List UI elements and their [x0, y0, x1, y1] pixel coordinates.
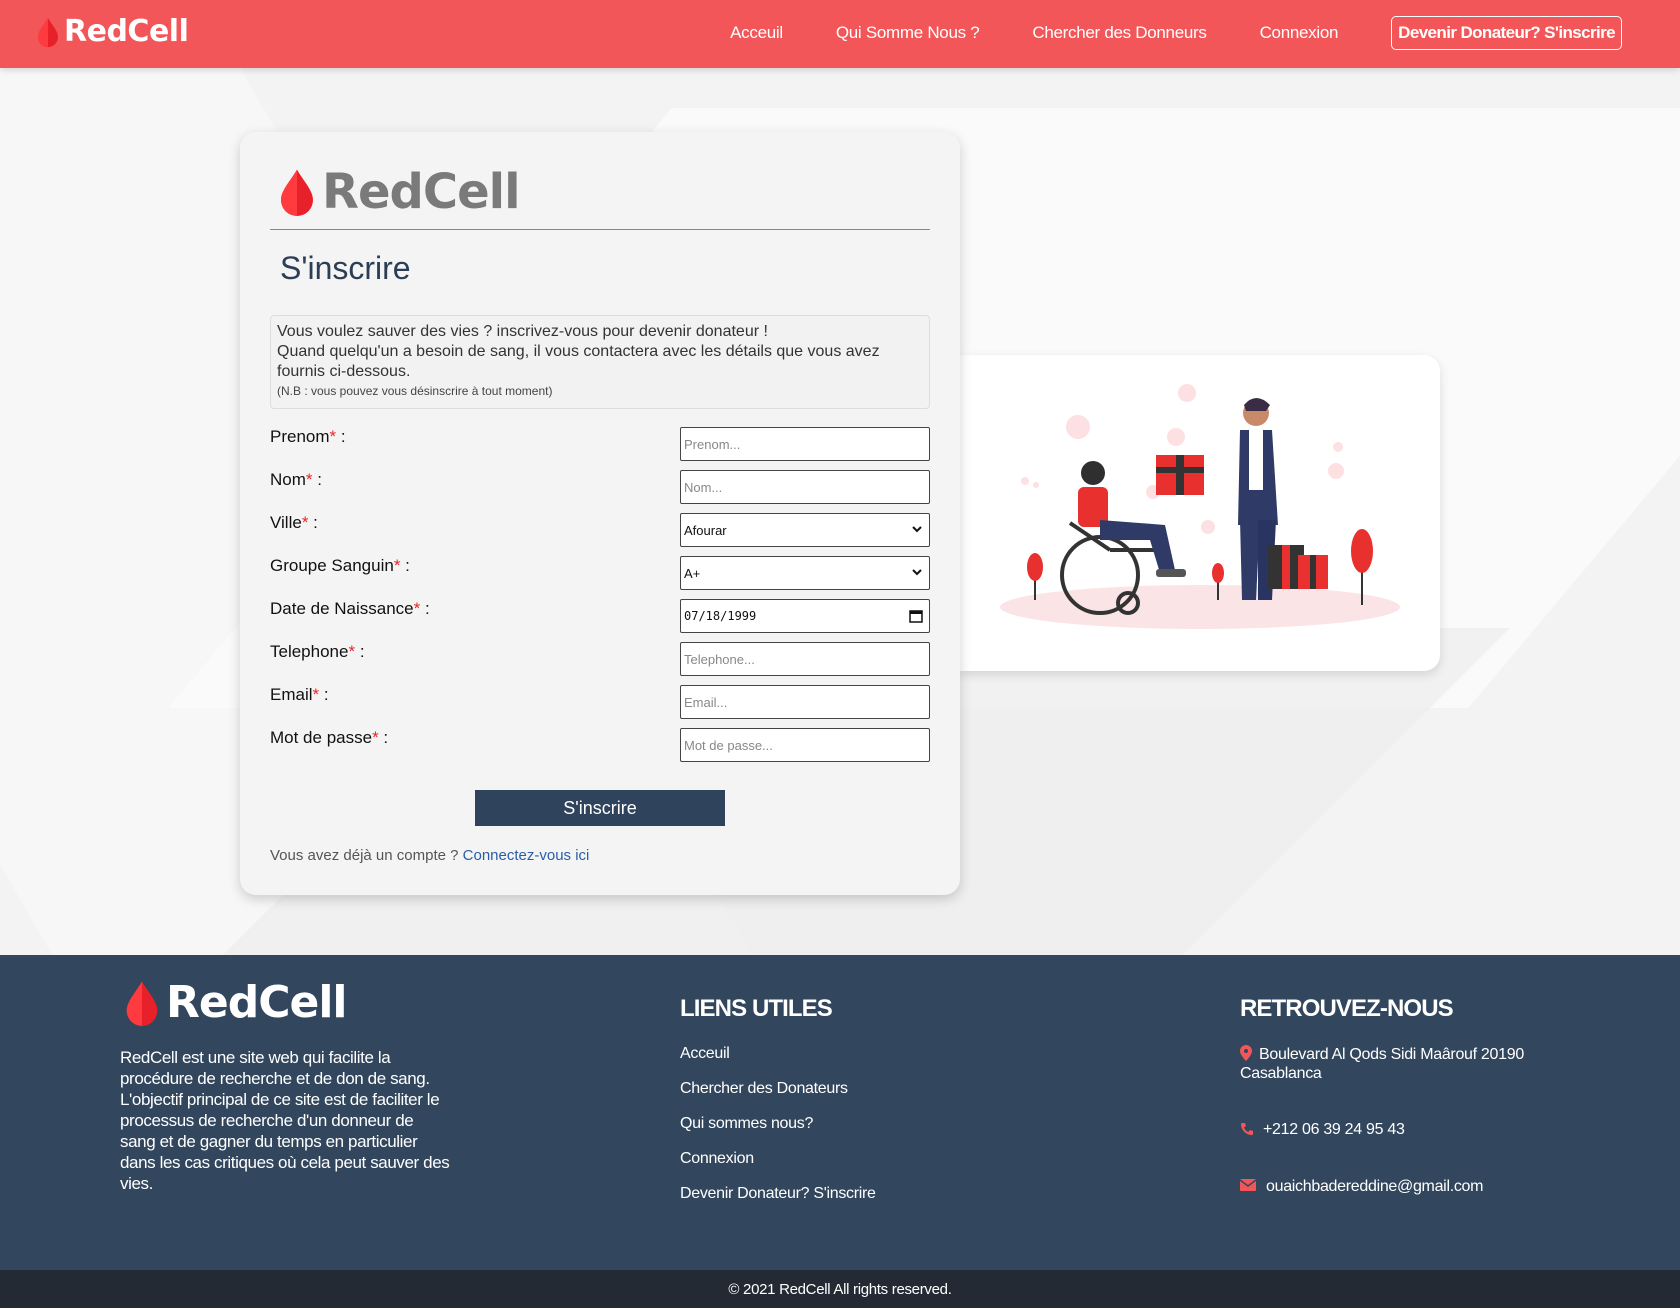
prenom-input[interactable]: Prenom... — [680, 427, 930, 461]
footer-description: RedCell est une site web qui facilite la… — [120, 1048, 450, 1193]
envelope-icon — [1240, 1179, 1256, 1191]
footer-phone[interactable]: +212 06 39 24 95 43 — [1263, 1120, 1405, 1139]
login-prompt: Vous avez déjà un compte ? Connectez-vou… — [270, 847, 590, 864]
ville-label: Ville* : — [270, 513, 318, 532]
illustration-card — [960, 355, 1440, 671]
phone-icon — [1241, 1123, 1253, 1135]
nav-links: Acceuil Qui Somme Nous ? Chercher des Do… — [677, 16, 1622, 50]
telephone-input[interactable]: Telephone... — [680, 642, 930, 676]
date-naissance-input[interactable]: 07/18/1999 — [680, 599, 930, 633]
brand-name: RedCell — [64, 14, 189, 49]
footer-contact-heading: RETROUVEZ-NOUS — [1240, 995, 1454, 1022]
footer: RedCell RedCell est une site web qui fac… — [0, 955, 1680, 1270]
email-input[interactable]: Email... — [680, 685, 930, 719]
form-row-nom: Nom* : Nom... — [270, 470, 930, 504]
footer-link-signup[interactable]: Devenir Donateur? S'inscrire — [680, 1185, 876, 1203]
info-line-1: Vous voulez sauver des vies ? inscrivez-… — [277, 323, 768, 340]
form-row-email: Email* : Email... — [270, 685, 930, 719]
nav-signup-button[interactable]: Devenir Donateur? S'inscrire — [1391, 16, 1622, 50]
groupe-sanguin-label: Groupe Sanguin* : — [270, 556, 410, 575]
mot-de-passe-label: Mot de passe* : — [270, 728, 389, 747]
footer-link-connexion[interactable]: Connexion — [680, 1150, 754, 1168]
form-row-date-naissance: Date de Naissance* : 07/18/1999 — [270, 599, 930, 633]
blood-drop-icon — [126, 981, 158, 1026]
nav-link-chercher-donneurs[interactable]: Chercher des Donneurs — [1032, 23, 1206, 43]
ville-select[interactable]: Afourar — [680, 513, 930, 547]
form-logo: RedCell — [276, 164, 521, 220]
donation-illustration — [1000, 384, 1400, 629]
signup-form-card: RedCell S'inscrire Vous voulez sauver de… — [240, 132, 960, 895]
footer-link-acceuil[interactable]: Acceuil — [680, 1045, 730, 1063]
login-link[interactable]: Connectez-vous ici — [463, 847, 590, 864]
blood-drop-icon — [38, 17, 58, 47]
prenom-label: Prenom* : — [270, 427, 346, 446]
footer-link-chercher-donateurs[interactable]: Chercher des Donateurs — [680, 1080, 848, 1098]
nom-label: Nom* : — [270, 470, 322, 489]
chevron-down-icon — [912, 526, 922, 533]
chevron-down-icon — [912, 569, 922, 576]
form-title: S'inscrire — [280, 250, 411, 286]
form-row-groupe-sanguin: Groupe Sanguin* : A+ — [270, 556, 930, 590]
form-divider — [270, 229, 930, 230]
nom-input[interactable]: Nom... — [680, 470, 930, 504]
blood-drop-icon — [281, 169, 313, 216]
copyright-bar: © 2021 RedCell All rights reserved. — [0, 1270, 1680, 1308]
form-logo-text: RedCell — [322, 164, 521, 220]
footer-logo-text: RedCell — [166, 977, 348, 1028]
email-label: Email* : — [270, 685, 329, 704]
map-pin-icon — [1240, 1045, 1252, 1061]
footer-links-heading: LIENS UTILES — [680, 995, 833, 1022]
nav-link-connexion[interactable]: Connexion — [1260, 23, 1339, 43]
info-note: (N.B : vous pouvez vous désinscrire à to… — [277, 384, 553, 398]
footer-address-line-2: Casablanca — [1240, 1065, 1322, 1082]
form-row-telephone: Telephone* : Telephone... — [270, 642, 930, 676]
brand-logo[interactable]: RedCell — [36, 14, 189, 49]
form-row-mot-de-passe: Mot de passe* : Mot de passe... — [270, 728, 930, 762]
nav-link-acceuil[interactable]: Acceuil — [730, 23, 783, 43]
footer-link-qui-sommes-nous[interactable]: Qui sommes nous? — [680, 1115, 813, 1133]
form-row-ville: Ville* : Afourar — [270, 513, 930, 547]
info-line-2: Quand quelqu'un a besoin de sang, il vou… — [277, 343, 880, 380]
calendar-icon[interactable] — [908, 608, 924, 624]
top-navbar: RedCell Acceuil Qui Somme Nous ? Cherche… — [0, 0, 1680, 68]
footer-logo: RedCell — [122, 977, 348, 1028]
date-naissance-label: Date de Naissance* : — [270, 599, 430, 618]
nav-link-qui-somme-nous[interactable]: Qui Somme Nous ? — [836, 23, 980, 43]
form-row-prenom: Prenom* : Prenom... — [270, 427, 930, 461]
form-info-box: Vous voulez sauver des vies ? inscrivez-… — [270, 315, 930, 409]
footer-address-line-1: Boulevard Al Qods Sidi Maârouf 20190 — [1259, 1046, 1524, 1063]
mot-de-passe-input[interactable]: Mot de passe... — [680, 728, 930, 762]
copyright-text: © 2021 RedCell All rights reserved. — [728, 1280, 952, 1298]
footer-email[interactable]: ouaichbadereddine@gmail.com — [1266, 1177, 1483, 1196]
telephone-label: Telephone* : — [270, 642, 365, 661]
submit-button[interactable]: S'inscrire — [475, 790, 725, 826]
groupe-sanguin-select[interactable]: A+ — [680, 556, 930, 590]
